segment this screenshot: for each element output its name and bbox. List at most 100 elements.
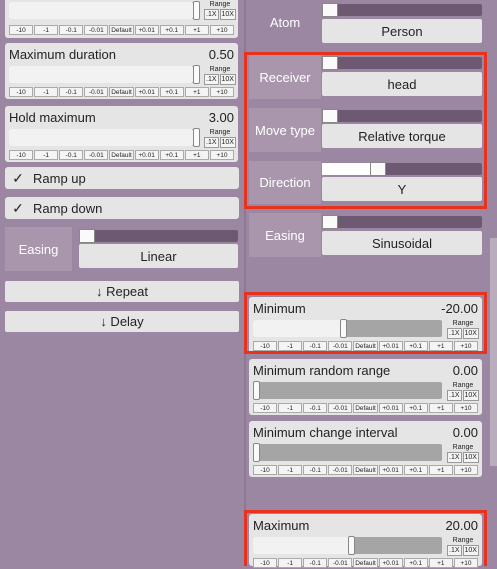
step-default[interactable]: Default	[353, 558, 378, 568]
range-small-button[interactable]: .1X	[447, 452, 462, 463]
step-plus-1[interactable]: +1	[428, 403, 453, 413]
range-small-button[interactable]: .1X	[204, 74, 219, 85]
move-type-scroll-bar[interactable]	[322, 109, 482, 123]
step-plus-0.01[interactable]: +0.01	[378, 465, 403, 475]
range-small-button[interactable]: .1X	[447, 545, 462, 556]
step-plus-1[interactable]: +1	[428, 465, 453, 475]
step-minus-1[interactable]: -1	[278, 403, 303, 413]
range-large-button[interactable]: 10X	[462, 328, 479, 339]
direction-value-button[interactable]: Y	[322, 177, 482, 201]
step-default[interactable]: Default	[109, 25, 134, 35]
step-minus-0.01[interactable]: -0.01	[84, 87, 109, 97]
range-small-button[interactable]: .1X	[204, 9, 219, 20]
range-large-button[interactable]: 10X	[219, 9, 236, 20]
range-large-button[interactable]: 10X	[462, 390, 479, 401]
step-plus-0.1[interactable]: +0.1	[159, 87, 184, 97]
step-minus-0.1[interactable]: -0.1	[59, 87, 84, 97]
step-minus-0.01[interactable]: -0.01	[84, 25, 109, 35]
easing-scroll-bar[interactable]	[79, 229, 238, 243]
step-minus-0.01[interactable]: -0.01	[84, 150, 109, 160]
atom-scroll-bar[interactable]	[322, 3, 482, 17]
slider-thumb[interactable]	[340, 319, 347, 338]
step-default[interactable]: Default	[109, 150, 134, 160]
step-minus-0.1[interactable]: -0.1	[303, 558, 328, 568]
step-minus-0.1[interactable]: -0.1	[59, 25, 84, 35]
step-plus-0.1[interactable]: +0.1	[403, 558, 428, 568]
step-plus-10[interactable]: +10	[453, 558, 478, 568]
step-plus-10[interactable]: +10	[453, 341, 478, 351]
step-minus-0.1[interactable]: -0.1	[303, 341, 328, 351]
range-large-button[interactable]: 10X	[462, 452, 479, 463]
minimum-slider[interactable]	[253, 319, 442, 338]
slider-thumb[interactable]	[348, 536, 355, 555]
move-type-value-button[interactable]: Relative torque	[322, 124, 482, 148]
top-slider-track[interactable]	[9, 1, 200, 20]
step-minus-1[interactable]: -1	[278, 465, 303, 475]
step-plus-1[interactable]: +1	[184, 150, 209, 160]
step-minus-0.1[interactable]: -0.1	[59, 150, 84, 160]
receiver-value-button[interactable]: head	[322, 72, 482, 96]
step-plus-1[interactable]: +1	[428, 558, 453, 568]
step-plus-0.01[interactable]: +0.01	[378, 341, 403, 351]
max-duration-slider[interactable]	[9, 65, 200, 84]
step-plus-0.1[interactable]: +0.1	[159, 25, 184, 35]
step-plus-0.1[interactable]: +0.1	[403, 403, 428, 413]
step-plus-0.1[interactable]: +0.1	[403, 465, 428, 475]
easing-value-button[interactable]: Linear	[79, 244, 238, 268]
min-change-interval-slider[interactable]	[253, 443, 442, 462]
hold-max-slider[interactable]	[9, 128, 200, 147]
step-plus-10[interactable]: +10	[453, 465, 478, 475]
step-minus-1[interactable]: -1	[34, 87, 59, 97]
easing-scroll-thumb[interactable]	[322, 215, 338, 229]
step-plus-10[interactable]: +10	[209, 150, 234, 160]
step-plus-0.01[interactable]: +0.01	[134, 25, 159, 35]
step-plus-10[interactable]: +10	[453, 403, 478, 413]
step-minus-0.01[interactable]: -0.01	[328, 465, 353, 475]
step-minus-0.1[interactable]: -0.1	[303, 465, 328, 475]
step-minus-10[interactable]: -10	[253, 465, 278, 475]
step-minus-1[interactable]: -1	[278, 558, 303, 568]
range-large-button[interactable]: 10X	[219, 137, 236, 148]
range-small-button[interactable]: .1X	[204, 137, 219, 148]
step-minus-10[interactable]: -10	[9, 87, 34, 97]
step-minus-1[interactable]: -1	[34, 150, 59, 160]
repeat-button[interactable]: ↓ Repeat	[5, 281, 239, 302]
step-plus-0.01[interactable]: +0.01	[134, 150, 159, 160]
range-large-button[interactable]: 10X	[462, 545, 479, 556]
step-plus-0.1[interactable]: +0.1	[403, 341, 428, 351]
step-minus-0.01[interactable]: -0.01	[328, 558, 353, 568]
range-small-button[interactable]: .1X	[447, 328, 462, 339]
step-plus-0.01[interactable]: +0.01	[378, 558, 403, 568]
step-minus-0.01[interactable]: -0.01	[328, 403, 353, 413]
slider-thumb[interactable]	[193, 65, 200, 84]
maximum-slider[interactable]	[253, 536, 442, 555]
receiver-scroll-bar[interactable]	[322, 56, 482, 70]
ramp-down-toggle[interactable]: ✓ Ramp down	[5, 197, 239, 219]
step-minus-10[interactable]: -10	[9, 25, 34, 35]
direction-scroll-thumb[interactable]	[370, 162, 386, 176]
receiver-scroll-thumb[interactable]	[322, 56, 338, 70]
move-type-scroll-thumb[interactable]	[322, 109, 338, 123]
min-random-range-slider[interactable]	[253, 381, 442, 400]
delay-button[interactable]: ↓ Delay	[5, 311, 239, 332]
step-plus-0.1[interactable]: +0.1	[159, 150, 184, 160]
step-plus-1[interactable]: +1	[184, 87, 209, 97]
step-default[interactable]: Default	[109, 87, 134, 97]
step-plus-10[interactable]: +10	[209, 87, 234, 97]
slider-thumb[interactable]	[193, 1, 200, 20]
step-minus-1[interactable]: -1	[34, 25, 59, 35]
slider-thumb[interactable]	[253, 443, 260, 462]
step-plus-1[interactable]: +1	[428, 341, 453, 351]
step-minus-10[interactable]: -10	[9, 150, 34, 160]
easing-scroll-thumb[interactable]	[79, 229, 95, 243]
atom-scroll-thumb[interactable]	[322, 3, 338, 17]
slider-thumb[interactable]	[193, 128, 200, 147]
step-minus-1[interactable]: -1	[278, 341, 303, 351]
step-default[interactable]: Default	[353, 341, 378, 351]
range-large-button[interactable]: 10X	[219, 74, 236, 85]
ramp-up-toggle[interactable]: ✓ Ramp up	[5, 167, 239, 189]
easing-value-button[interactable]: Sinusoidal	[322, 231, 482, 255]
step-plus-0.01[interactable]: +0.01	[134, 87, 159, 97]
right-scrollbar[interactable]	[490, 238, 497, 466]
step-minus-10[interactable]: -10	[253, 341, 278, 351]
